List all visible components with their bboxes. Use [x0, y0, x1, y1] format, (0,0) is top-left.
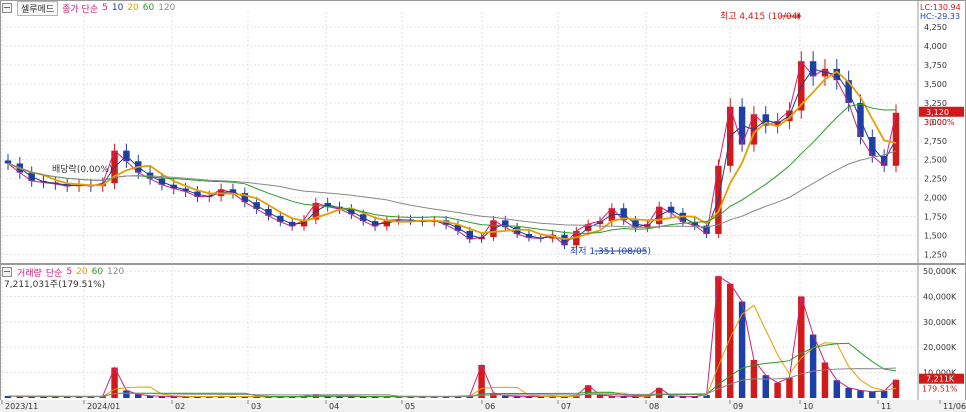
- x-tick-label: 08: [649, 402, 659, 411]
- price-tag-value: 3,120: [926, 108, 949, 117]
- collapse-icon[interactable]: [2, 267, 12, 277]
- volume-bar: [809, 334, 817, 398]
- volume-pct: 179.51%: [922, 385, 958, 394]
- stock-chart: 1,2501,5001,7502,0002,2502,5002,7503,000…: [0, 0, 966, 412]
- lc-indicator: LC:130.94: [920, 3, 961, 12]
- price-tick-label: 1,750: [924, 213, 947, 222]
- ma-period-120: 120: [158, 3, 176, 13]
- volume-ma-periods: 5 20 60 120: [66, 267, 128, 277]
- price-tick-label: 2,250: [924, 175, 947, 184]
- volume-bar: [738, 301, 746, 398]
- price-tick-label: 3,750: [924, 61, 947, 70]
- x-tick-label: 11: [881, 402, 891, 411]
- price-tick-label: 2,000: [924, 194, 947, 203]
- price-tick-label: 2,500: [924, 156, 947, 165]
- price-tick-label: 3,250: [924, 99, 947, 108]
- volume-bar: [845, 387, 852, 398]
- volume-tick-label: 40,000K: [923, 292, 957, 301]
- x-tick-label: 04: [329, 402, 339, 411]
- x-tick-label: 02: [175, 402, 185, 411]
- x-tick-label: 11/06: [943, 402, 966, 411]
- x-tick-label: 03: [251, 402, 261, 411]
- ma-period-60: 60: [91, 267, 104, 277]
- volume-bar: [774, 382, 781, 398]
- volume-bar: [821, 362, 829, 398]
- x-tick-label: 10: [803, 402, 813, 411]
- volume-bar: [869, 391, 876, 398]
- ma-label: 종가 단순: [62, 4, 99, 15]
- ma-line-20: [7, 70, 897, 241]
- price-pane[interactable]: 1,2501,5001,7502,0002,2502,5002,7503,000…: [0, 0, 966, 400]
- volume-tag-value: 7,211K: [926, 375, 955, 384]
- ma-line-5: [7, 60, 897, 247]
- price-tick-label: 2,750: [924, 137, 947, 146]
- price-change-pct: 30.00%: [924, 118, 955, 127]
- volume-bar: [786, 377, 793, 398]
- ma-line-10: [7, 68, 897, 241]
- x-tick-label: 2023/11: [5, 402, 38, 411]
- ma-period-120: 120: [107, 267, 125, 277]
- ma-period-5: 5: [66, 267, 73, 277]
- price-tick-label: 1,500: [924, 231, 947, 240]
- price-tick-label: 4,000: [924, 42, 947, 51]
- ma-periods: 5 10 20 60 120: [102, 3, 179, 13]
- volume-tick-label: 20,000K: [923, 343, 957, 352]
- ma-period-20: 20: [76, 267, 88, 277]
- volume-tick-label: 30,000K: [923, 318, 957, 327]
- ma-period-10: 10: [111, 3, 124, 13]
- x-tick-label: 07: [561, 402, 571, 411]
- volume-bar: [833, 380, 841, 398]
- ma-period-20: 20: [127, 3, 139, 13]
- price-tick-label: 1,250: [924, 250, 947, 259]
- x-tick-label: 09: [733, 402, 743, 411]
- x-axis: 2023/11 2024/01 02 03 04 05 06 07 08 09 10 11 11/06: [0, 400, 966, 412]
- price-tick-label: 3,500: [924, 80, 947, 89]
- volume-bar: [857, 390, 864, 398]
- dividend-annotation: 배당락(0.00%): [52, 163, 112, 175]
- collapse-icon[interactable]: [2, 3, 12, 13]
- ma-period-60: 60: [142, 3, 155, 13]
- price-tick-label: 4,250: [924, 23, 947, 32]
- price-legend: 셀루메드 종가 단순 5 10 20 60 120: [2, 0, 179, 16]
- ma-period-5: 5: [102, 3, 108, 13]
- x-tick-label: 05: [405, 402, 415, 411]
- high-annotation: 최고 4,415 (10/04): [720, 11, 801, 22]
- x-tick-label: 06: [485, 402, 495, 411]
- current-volume-info: 7,211,031주(179.51%): [4, 280, 106, 290]
- candle: [4, 160, 12, 164]
- x-tick-label: 2024/01: [87, 402, 120, 411]
- volume-bar: [727, 283, 734, 398]
- hc-indicator: HC:-29.33: [920, 12, 960, 21]
- volume-pane[interactable]: 10,000K20,000K30,000K40,000K50,000K7,211…: [0, 264, 966, 401]
- volume-tick-label: 50,000K: [923, 267, 957, 276]
- stock-name[interactable]: 셀루메드: [17, 0, 59, 16]
- volume-bar: [880, 390, 888, 398]
